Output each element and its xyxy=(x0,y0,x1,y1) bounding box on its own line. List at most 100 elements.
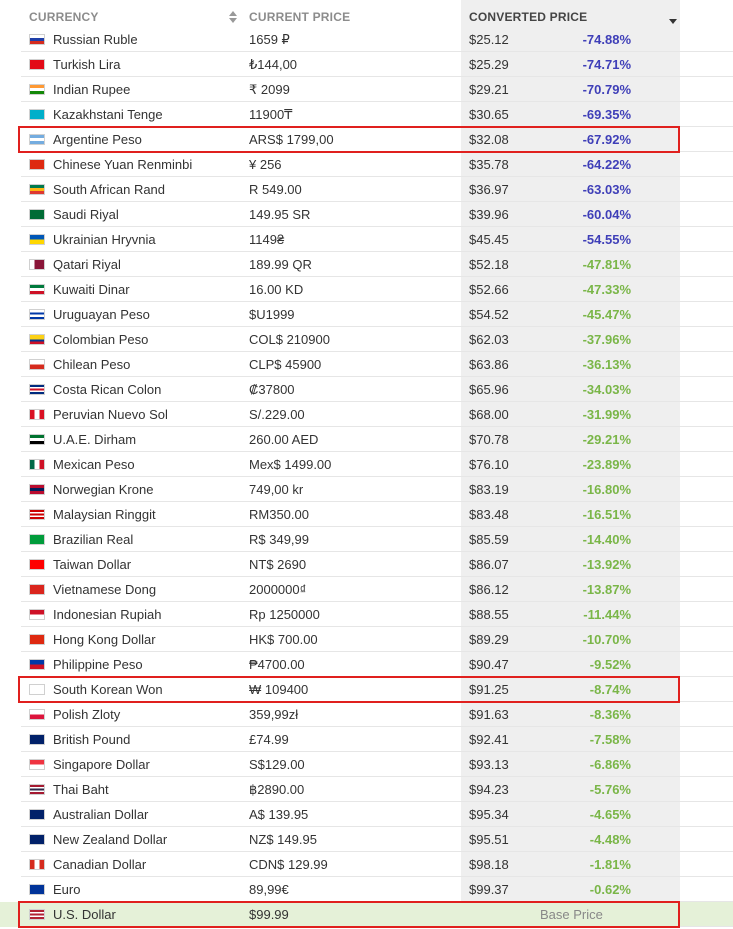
flag-icon xyxy=(29,784,45,795)
base-currency-row[interactable]: U.S. Dollar $99.99 Base Price xyxy=(0,902,733,927)
current-price: 260.00 AED xyxy=(249,432,319,447)
table-row[interactable]: Chilean Peso CLP$ 45900 $63.86 -36.13% xyxy=(0,352,733,377)
flag-icon xyxy=(29,684,45,695)
percent-difference: -31.99% xyxy=(582,407,631,422)
table-row[interactable]: British Pound £74.99 $92.41 -7.58% xyxy=(0,727,733,752)
table-row[interactable]: Euro 89,99€ $99.37 -0.62% xyxy=(0,877,733,902)
table-row[interactable]: Peruvian Nuevo Sol S/.229.00 $68.00 -31.99% xyxy=(0,402,733,427)
table-row[interactable]: Costa Rican Colon ₡37800 $65.96 -34.03% xyxy=(0,377,733,402)
current-price: ₹ 2099 xyxy=(249,82,290,97)
current-price: 359,99zł xyxy=(249,707,299,722)
table-row[interactable]: Saudi Riyal 149.95 SR $39.96 -60.04% xyxy=(0,202,733,227)
converted-price: $25.29 xyxy=(469,57,509,72)
table-row[interactable]: New Zealand Dollar NZ$ 149.95 $95.51 -4.48% xyxy=(0,827,733,852)
currency-name: Hong Kong Dollar xyxy=(53,632,156,647)
flag-icon xyxy=(29,59,45,70)
table-row[interactable]: Malaysian Ringgit RM350.00 $83.48 -16.51% xyxy=(0,502,733,527)
currency-name: Mexican Peso xyxy=(53,457,135,472)
current-price: NZ$ 149.95 xyxy=(249,832,317,847)
current-price: NT$ 2690 xyxy=(249,557,307,572)
percent-difference: -13.87% xyxy=(582,582,631,597)
table-row[interactable]: Kuwaiti Dinar 16.00 KD $52.66 -47.33% xyxy=(0,277,733,302)
converted-price: $68.00 xyxy=(469,407,509,422)
flag-icon xyxy=(29,834,45,845)
flag-icon xyxy=(29,384,45,395)
table-row[interactable]: Indian Rupee ₹ 2099 $29.21 -70.79% xyxy=(0,77,733,102)
converted-price: $30.65 xyxy=(469,107,509,122)
current-price: $99.99 xyxy=(249,907,289,922)
table-row[interactable]: Indonesian Rupiah Rp 1250000 $88.55 -11.44% xyxy=(0,602,733,627)
current-price: 11900₸ xyxy=(249,107,293,122)
current-price: 749,00 kr xyxy=(249,482,304,497)
percent-difference: -16.51% xyxy=(582,507,631,522)
table-row[interactable]: Hong Kong Dollar HK$ 700.00 $89.29 -10.70% xyxy=(0,627,733,652)
percent-difference: -9.52% xyxy=(589,657,631,672)
current-price: S/.229.00 xyxy=(249,407,305,422)
converted-price: $52.66 xyxy=(469,282,509,297)
percent-difference: -74.71% xyxy=(582,57,631,72)
currency-name: Vietnamese Dong xyxy=(53,582,157,597)
chevron-down-icon[interactable] xyxy=(669,19,677,24)
currency-name: Taiwan Dollar xyxy=(53,557,132,572)
percent-difference: -14.40% xyxy=(582,532,631,547)
currency-table-body: Russian Ruble 1659 ₽ $25.12 -74.88% Turkish … xyxy=(0,27,733,927)
percent-difference: -36.13% xyxy=(582,357,631,372)
table-row[interactable]: Canadian Dollar CDN$ 129.99 $98.18 -1.81% xyxy=(0,852,733,877)
percent-difference: -47.81% xyxy=(582,257,631,272)
percent-difference: -10.70% xyxy=(582,632,631,647)
flag-icon xyxy=(29,459,45,470)
row-divider xyxy=(21,926,733,927)
current-price: Rp 1250000 xyxy=(249,607,320,622)
currency-name: British Pound xyxy=(53,732,131,747)
table-row[interactable]: Vietnamese Dong 2000000₫ $86.12 -13.87% xyxy=(0,577,733,602)
currency-name: U.A.E. Dirham xyxy=(53,432,137,447)
flag-icon xyxy=(29,259,45,270)
percent-difference: -34.03% xyxy=(582,382,631,397)
table-row[interactable]: Singapore Dollar S$129.00 $93.13 -6.86% xyxy=(0,752,733,777)
converted-price: $83.19 xyxy=(469,482,509,497)
sort-icon[interactable] xyxy=(229,11,237,23)
table-row[interactable]: Ukrainian Hryvnia 1149₴ $45.45 -54.55% xyxy=(0,227,733,252)
percent-difference: -8.36% xyxy=(589,707,631,722)
table-row[interactable]: Turkish Lira ₺144,00 $25.29 -74.71% xyxy=(0,52,733,77)
current-price: ARS$ 1799,00 xyxy=(249,132,334,147)
flag-icon xyxy=(29,709,45,720)
table-row[interactable]: Philippine Peso ₱4700.00 $90.47 -9.52% xyxy=(0,652,733,677)
converted-price: $99.37 xyxy=(469,882,509,897)
current-price: Mex$ 1499.00 xyxy=(249,457,332,472)
converted-price: $54.52 xyxy=(469,307,509,322)
percent-difference: -8.74% xyxy=(589,682,631,697)
percent-difference: -13.92% xyxy=(582,557,631,572)
table-row[interactable]: Brazilian Real R$ 349,99 $85.59 -14.40% xyxy=(0,527,733,552)
currency-name: Argentine Peso xyxy=(53,132,142,147)
table-row[interactable]: Mexican Peso Mex$ 1499.00 $76.10 -23.89% xyxy=(0,452,733,477)
converted-price: $29.21 xyxy=(469,82,509,97)
table-row[interactable]: U.A.E. Dirham 260.00 AED $70.78 -29.21% xyxy=(0,427,733,452)
table-row[interactable]: Polish Zloty 359,99zł $91.63 -8.36% xyxy=(0,702,733,727)
table-row[interactable]: Taiwan Dollar NT$ 2690 $86.07 -13.92% xyxy=(0,552,733,577)
converted-price: $32.08 xyxy=(469,132,509,147)
current-price: RM350.00 xyxy=(249,507,309,522)
table-row[interactable]: Qatari Riyal 189.99 QR $52.18 -47.81% xyxy=(0,252,733,277)
table-row[interactable]: Kazakhstani Tenge 11900₸ $30.65 -69.35% xyxy=(0,102,733,127)
table-row[interactable]: Russian Ruble 1659 ₽ $25.12 -74.88% xyxy=(0,27,733,52)
table-row[interactable]: Thai Baht ฿2890.00 $94.23 -5.76% xyxy=(0,777,733,802)
table-row[interactable]: Argentine Peso ARS$ 1799,00 $32.08 -67.92% xyxy=(0,127,733,152)
flag-icon xyxy=(29,809,45,820)
flag-icon xyxy=(29,534,45,545)
table-row[interactable]: Chinese Yuan Renminbi ¥ 256 $35.78 -64.22% xyxy=(0,152,733,177)
converted-price: $52.18 xyxy=(469,257,509,272)
table-row[interactable]: Norwegian Krone 749,00 kr $83.19 -16.80% xyxy=(0,477,733,502)
table-row[interactable]: Colombian Peso COL$ 210900 $62.03 -37.96% xyxy=(0,327,733,352)
currency-name: Russian Ruble xyxy=(53,32,138,47)
converted-price: $25.12 xyxy=(469,32,509,47)
table-row[interactable]: South Korean Won ₩ 109400 $91.25 -8.74% xyxy=(0,677,733,702)
percent-difference: -4.65% xyxy=(589,807,631,822)
table-row[interactable]: Australian Dollar A$ 139.95 $95.34 -4.65% xyxy=(0,802,733,827)
currency-name: Saudi Riyal xyxy=(53,207,119,222)
table-row[interactable]: Uruguayan Peso $U1999 $54.52 -45.47% xyxy=(0,302,733,327)
converted-price: $39.96 xyxy=(469,207,509,222)
current-price: ₡37800 xyxy=(249,382,295,397)
table-row[interactable]: South African Rand R 549.00 $36.97 -63.03% xyxy=(0,177,733,202)
current-price: ₺144,00 xyxy=(249,57,298,72)
